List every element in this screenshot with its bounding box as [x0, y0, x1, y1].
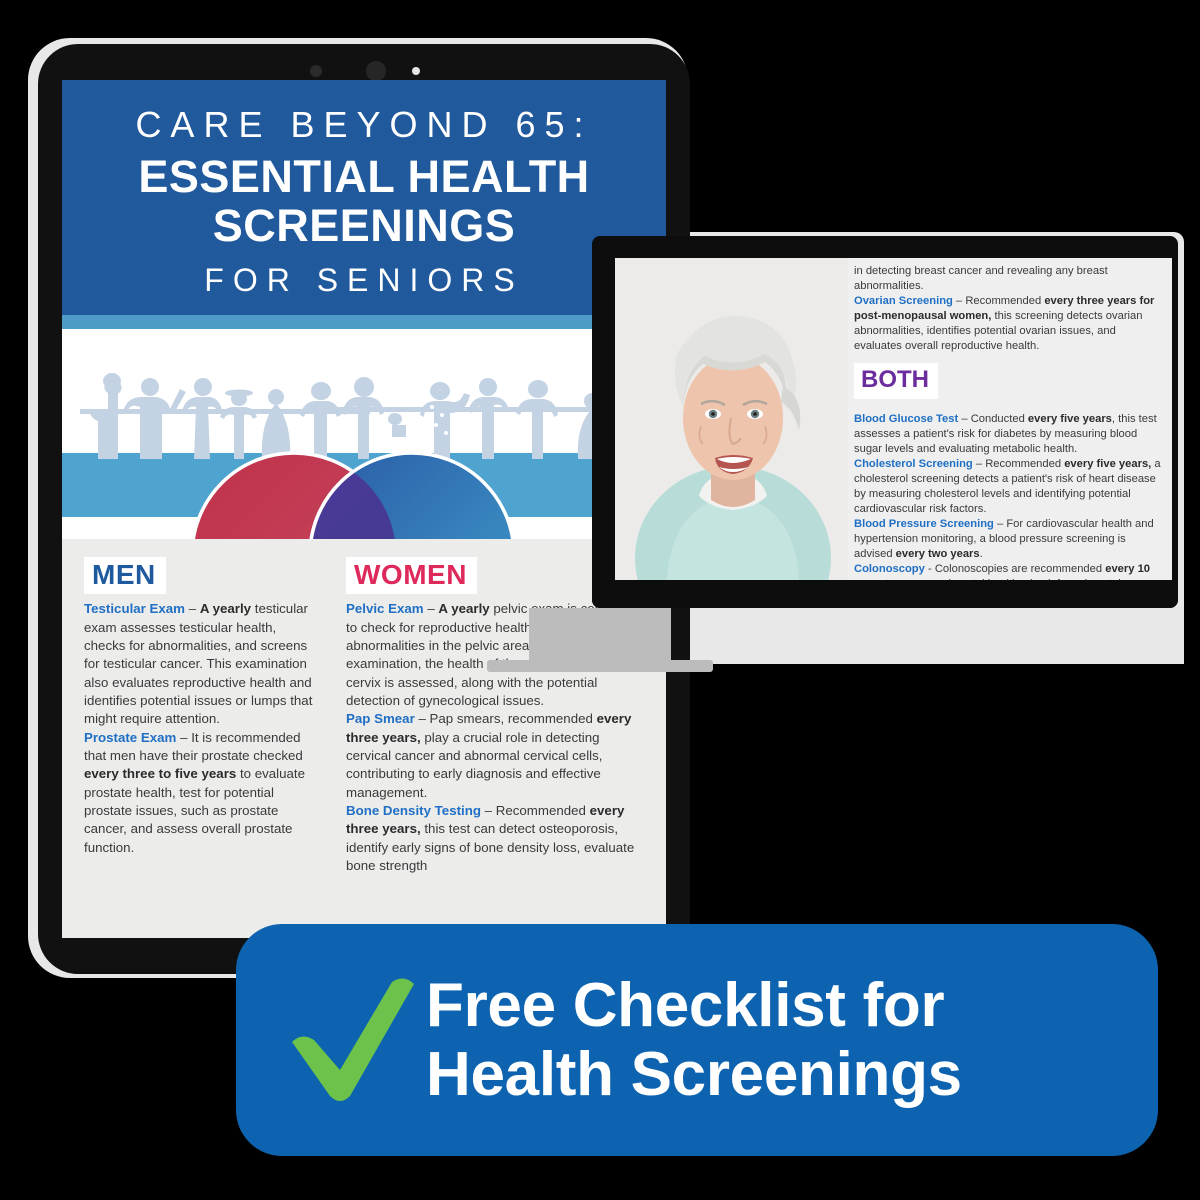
- tablet-screen[interactable]: CARE BEYOND 65: ESSENTIAL HEALTH SCREENI…: [62, 80, 666, 938]
- monitor-text-panel: in detecting breast cancer and revealing…: [848, 258, 1172, 580]
- dash: –: [993, 518, 1007, 531]
- sensor-dot-icon: [310, 65, 322, 77]
- term-prostate-exam: Prostate Exam: [84, 729, 177, 745]
- cta-line-2: Health Screenings: [426, 1040, 962, 1109]
- term-blood-glucose-test: Blood Glucose Test: [854, 412, 959, 425]
- men-heading: MEN: [84, 557, 166, 595]
- senior-woman-photo: [615, 258, 848, 580]
- monitor-device: in detecting breast cancer and revealing…: [592, 236, 1178, 608]
- monitor-screen[interactable]: in detecting breast cancer and revealing…: [615, 258, 1172, 580]
- text-after: .: [979, 548, 983, 561]
- term-bone-density-testing: Bone Density Testing: [346, 802, 481, 818]
- text-before: Colonoscopies are recommended: [934, 563, 1106, 576]
- bold-lead: A yearly: [438, 601, 490, 617]
- text-before: Recommended: [495, 802, 590, 818]
- bold-mid: every two years: [895, 548, 980, 561]
- bold-mid: every five years,: [1064, 457, 1152, 470]
- cta-line-1: Free Checklist for: [426, 970, 945, 1040]
- free-checklist-cta-button[interactable]: Free Checklist for Health Screenings: [236, 924, 1158, 1156]
- poster-header: CARE BEYOND 65: ESSENTIAL HEALTH SCREENI…: [62, 80, 666, 316]
- camera-lens-icon: [366, 61, 386, 81]
- text-before: Recommended: [985, 457, 1065, 470]
- women-heading: WOMEN: [346, 557, 477, 595]
- monitor-entry-ovarian: Ovarian Screening – Recommended every th…: [854, 294, 1162, 354]
- clipped-top-line: in detecting breast cancer and revealing…: [854, 265, 1108, 293]
- poster-title-line1: CARE BEYOND 65:: [135, 104, 593, 145]
- monitor-entry-blood-glucose: Blood Glucose Test – Conducted every fiv…: [854, 412, 1162, 457]
- term-colonoscopy: Colonoscopy: [854, 563, 925, 576]
- dash: –: [185, 601, 200, 617]
- monitor-entry-cholesterol: Cholesterol Screening – Recommended ever…: [854, 457, 1162, 517]
- composite-scene: CARE BEYOND 65: ESSENTIAL HEALTH SCREENI…: [0, 0, 1200, 1200]
- men-entry-prostate: Prostate Exam – It is recommended that m…: [84, 729, 320, 857]
- poster-accent-stripe: [62, 315, 666, 330]
- text-after: to assess colorectal health, check for c…: [883, 578, 1120, 580]
- dash: –: [972, 457, 986, 470]
- term-testicular-exam: Testicular Exam: [84, 601, 186, 617]
- dash: –: [480, 802, 496, 818]
- entry-text: testicular exam assesses testicular heal…: [84, 601, 313, 727]
- monitor-stand-neck: [529, 608, 671, 668]
- bold-mid: every three to five years: [84, 766, 237, 782]
- term-cholesterol-screening: Cholesterol Screening: [854, 457, 973, 470]
- term-pelvic-exam: Pelvic Exam: [346, 601, 424, 617]
- bold-lead: A yearly: [199, 601, 252, 617]
- column-men: MEN Testicular Exam – A yearly testicula…: [84, 557, 320, 875]
- venn-diagram: WOMEN BOTH MEN: [191, 451, 515, 540]
- poster-columns: MEN Testicular Exam – A yearly testicula…: [62, 539, 666, 876]
- dash: –: [414, 711, 430, 727]
- term-pap-smear: Pap Smear: [346, 711, 415, 727]
- bold-mid: every five years: [1027, 412, 1112, 425]
- women-entry-pap-smear: Pap Smear – Pap smears, recommended ever…: [346, 710, 644, 802]
- text-before: Conducted: [970, 412, 1028, 425]
- both-heading: BOTH: [854, 363, 938, 399]
- term-blood-pressure-screening: Blood Pressure Screening: [854, 518, 994, 531]
- poster-title-line3: SCREENINGS: [212, 199, 516, 251]
- dash: –: [176, 729, 192, 745]
- poster-illustration: WOMEN BOTH MEN: [62, 329, 666, 540]
- monitor-chin: [592, 582, 1178, 608]
- text-before: Recommended: [965, 295, 1045, 308]
- cta-label: Free Checklist for Health Screenings: [426, 971, 962, 1110]
- dash: –: [423, 601, 439, 617]
- dash: -: [924, 563, 935, 576]
- monitor-entry-colonoscopy: Colonoscopy - Colonoscopies are recommen…: [854, 562, 1162, 580]
- term-ovarian-screening: Ovarian Screening: [854, 295, 953, 308]
- monitor-entry-blood-pressure: Blood Pressure Screening – For cardiovas…: [854, 517, 1162, 562]
- dash: –: [958, 412, 971, 425]
- text-before: Pap smears, recommended: [429, 711, 597, 727]
- indicator-light-icon: [412, 67, 420, 75]
- monitor-stand-base: [487, 660, 713, 672]
- men-entry-testicular: Testicular Exam – A yearly testicular ex…: [84, 600, 320, 728]
- dash: –: [952, 295, 966, 308]
- check-mark-icon: [276, 970, 426, 1110]
- poster-title-line2: ESSENTIAL HEALTH: [138, 151, 590, 202]
- women-entry-bone-density: Bone Density Testing – Recommended every…: [346, 802, 644, 875]
- poster-title-line4: FOR SENIORS: [204, 262, 524, 299]
